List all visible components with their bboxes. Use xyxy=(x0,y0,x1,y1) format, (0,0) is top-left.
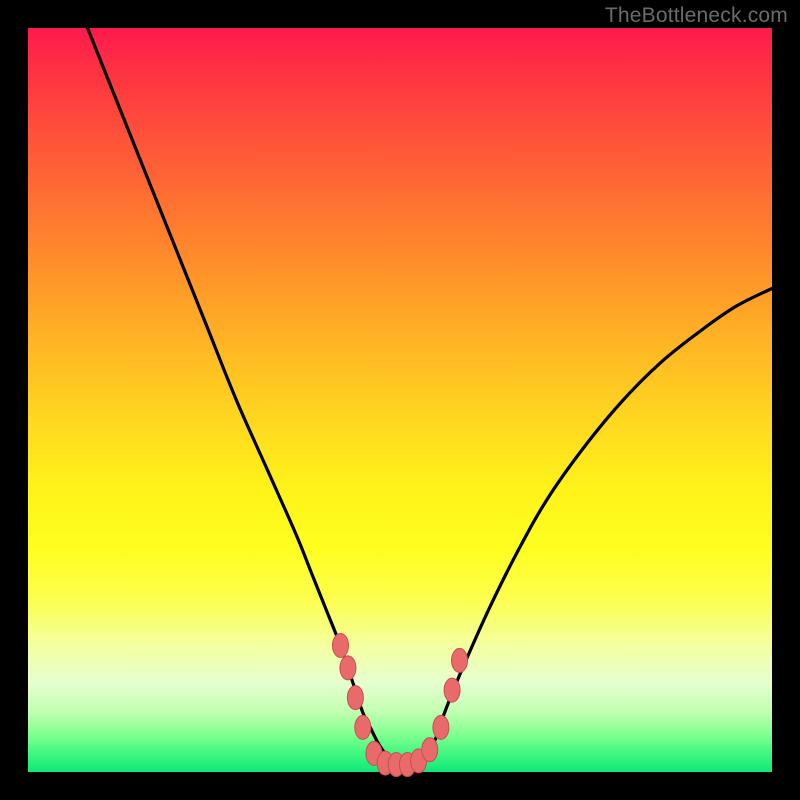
curve-path xyxy=(88,28,772,765)
marker-dot xyxy=(433,715,449,739)
bottleneck-curve xyxy=(88,28,772,765)
marker-dot xyxy=(422,738,438,762)
watermark-text: TheBottleneck.com xyxy=(605,4,788,28)
marker-dot xyxy=(332,634,348,658)
marker-dot xyxy=(347,686,363,710)
marker-dot xyxy=(340,656,356,680)
chart-svg xyxy=(28,28,772,772)
marker-dot xyxy=(355,715,371,739)
plot-area xyxy=(28,28,772,772)
marker-dot xyxy=(444,678,460,702)
outer-frame: TheBottleneck.com xyxy=(0,0,800,800)
marker-dot xyxy=(452,648,468,672)
